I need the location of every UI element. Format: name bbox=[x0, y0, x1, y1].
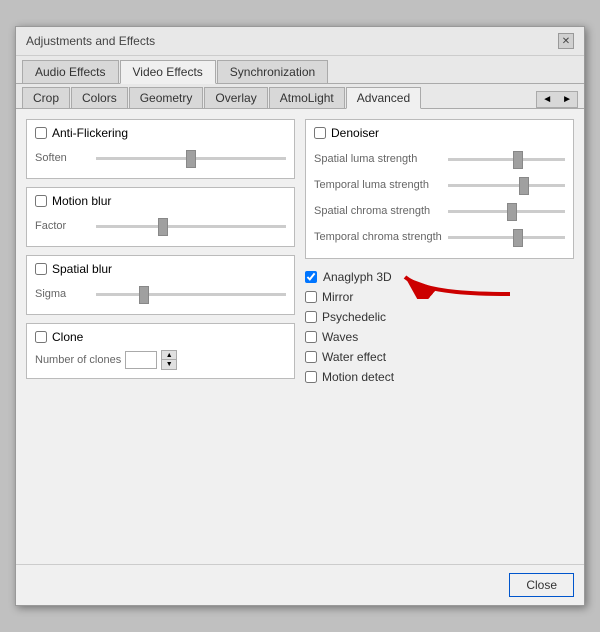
water-effect-checkbox[interactable] bbox=[305, 351, 317, 363]
spatial-chroma-label: Spatial chroma strength bbox=[314, 205, 444, 217]
title-close-button[interactable]: ✕ bbox=[558, 33, 574, 49]
content-area: Anti-Flickering Soften Motion blur bbox=[16, 109, 584, 564]
factor-label: Factor bbox=[35, 220, 90, 232]
denoiser-section: Denoiser Spatial luma strength Temporal … bbox=[305, 119, 574, 259]
motion-blur-checkbox[interactable] bbox=[35, 195, 47, 207]
clones-down[interactable]: ▼ bbox=[162, 360, 176, 369]
sub-tab-atmoslight[interactable]: AtmoLight bbox=[269, 87, 345, 108]
tab-synchronization[interactable]: Synchronization bbox=[217, 60, 328, 83]
motion-detect-row: Motion detect bbox=[305, 369, 574, 385]
waves-row: Waves bbox=[305, 329, 574, 345]
denoiser-header: Denoiser bbox=[314, 126, 565, 140]
motion-blur-header: Motion blur bbox=[35, 194, 286, 208]
temporal-luma-row: Temporal luma strength bbox=[314, 172, 565, 198]
factor-slider[interactable] bbox=[96, 216, 286, 236]
right-panel: Denoiser Spatial luma strength Temporal … bbox=[305, 119, 574, 554]
anaglyph-3d-checkbox[interactable] bbox=[305, 271, 317, 283]
water-effect-row: Water effect bbox=[305, 349, 574, 365]
clone-checkbox[interactable] bbox=[35, 331, 47, 343]
psychedelic-row: Psychedelic bbox=[305, 309, 574, 325]
tab-video-effects[interactable]: Video Effects bbox=[120, 60, 216, 84]
anti-flickering-checkbox[interactable] bbox=[35, 127, 47, 139]
mirror-row: Mirror bbox=[305, 289, 574, 305]
spatial-blur-section: Spatial blur Sigma bbox=[26, 255, 295, 315]
clones-spinner: ▲ ▼ bbox=[161, 350, 177, 370]
mirror-label: Mirror bbox=[322, 290, 353, 304]
psychedelic-label: Psychedelic bbox=[322, 310, 386, 324]
motion-blur-section: Motion blur Factor bbox=[26, 187, 295, 247]
adjustments-dialog: Adjustments and Effects ✕ Audio Effects … bbox=[15, 26, 585, 606]
sigma-label: Sigma bbox=[35, 288, 90, 300]
water-effect-label: Water effect bbox=[322, 350, 386, 364]
spatial-luma-row: Spatial luma strength bbox=[314, 146, 565, 172]
clones-input[interactable]: 2 bbox=[125, 351, 157, 369]
sigma-slider[interactable] bbox=[96, 284, 286, 304]
soften-row: Soften bbox=[35, 146, 286, 170]
title-bar: Adjustments and Effects ✕ bbox=[16, 27, 584, 56]
anti-flickering-label: Anti-Flickering bbox=[52, 126, 128, 140]
mirror-checkbox[interactable] bbox=[305, 291, 317, 303]
spatial-blur-label: Spatial blur bbox=[52, 262, 112, 276]
temporal-luma-label: Temporal luma strength bbox=[314, 179, 444, 191]
psychedelic-checkbox[interactable] bbox=[305, 311, 317, 323]
sub-tab-overlay[interactable]: Overlay bbox=[204, 87, 267, 108]
clones-label: Number of clones bbox=[35, 354, 121, 366]
temporal-chroma-label: Temporal chroma strength bbox=[314, 231, 444, 243]
anaglyph-3d-label: Anaglyph 3D bbox=[323, 270, 392, 284]
temporal-chroma-slider[interactable] bbox=[448, 227, 565, 247]
waves-label: Waves bbox=[322, 330, 358, 344]
sub-tab-next[interactable]: ► bbox=[557, 92, 577, 107]
tab-audio-effects[interactable]: Audio Effects bbox=[22, 60, 119, 83]
clones-row: Number of clones 2 ▲ ▼ bbox=[35, 350, 286, 370]
right-checks: Anaglyph 3D Mirror bbox=[305, 269, 574, 385]
clone-section: Clone Number of clones 2 ▲ ▼ bbox=[26, 323, 295, 379]
spatial-blur-checkbox[interactable] bbox=[35, 263, 47, 275]
clones-up[interactable]: ▲ bbox=[162, 351, 176, 360]
clone-label: Clone bbox=[52, 330, 83, 344]
dialog-title: Adjustments and Effects bbox=[26, 34, 155, 48]
motion-detect-checkbox[interactable] bbox=[305, 371, 317, 383]
motion-detect-label: Motion detect bbox=[322, 370, 394, 384]
motion-blur-label: Motion blur bbox=[52, 194, 111, 208]
spatial-chroma-row: Spatial chroma strength bbox=[314, 198, 565, 224]
temporal-luma-slider[interactable] bbox=[448, 175, 565, 195]
spatial-luma-slider[interactable] bbox=[448, 149, 565, 169]
anaglyph-3d-row: Anaglyph 3D bbox=[305, 269, 574, 285]
main-tabs: Audio Effects Video Effects Synchronizat… bbox=[16, 56, 584, 84]
denoiser-label: Denoiser bbox=[331, 126, 379, 140]
factor-row: Factor bbox=[35, 214, 286, 238]
sub-tab-crop[interactable]: Crop bbox=[22, 87, 70, 108]
sub-tab-nav: ◄ ► bbox=[536, 91, 578, 108]
sub-tab-prev[interactable]: ◄ bbox=[537, 92, 557, 107]
sigma-row: Sigma bbox=[35, 282, 286, 306]
soften-slider[interactable] bbox=[96, 148, 286, 168]
denoiser-checkbox[interactable] bbox=[314, 127, 326, 139]
spatial-blur-header: Spatial blur bbox=[35, 262, 286, 276]
temporal-chroma-row: Temporal chroma strength bbox=[314, 224, 565, 250]
anti-flickering-header: Anti-Flickering bbox=[35, 126, 286, 140]
sub-tabs: Crop Colors Geometry Overlay AtmoLight A… bbox=[16, 84, 584, 109]
close-button[interactable]: Close bbox=[509, 573, 574, 597]
sub-tab-colors[interactable]: Colors bbox=[71, 87, 128, 108]
sub-tab-geometry[interactable]: Geometry bbox=[129, 87, 204, 108]
clone-header: Clone bbox=[35, 330, 286, 344]
soften-label: Soften bbox=[35, 152, 90, 164]
footer: Close bbox=[16, 564, 584, 605]
waves-checkbox[interactable] bbox=[305, 331, 317, 343]
spatial-luma-label: Spatial luma strength bbox=[314, 153, 444, 165]
anti-flickering-section: Anti-Flickering Soften bbox=[26, 119, 295, 179]
sub-tab-advanced[interactable]: Advanced bbox=[346, 87, 421, 109]
left-panel: Anti-Flickering Soften Motion blur bbox=[26, 119, 295, 554]
spatial-chroma-slider[interactable] bbox=[448, 201, 565, 221]
